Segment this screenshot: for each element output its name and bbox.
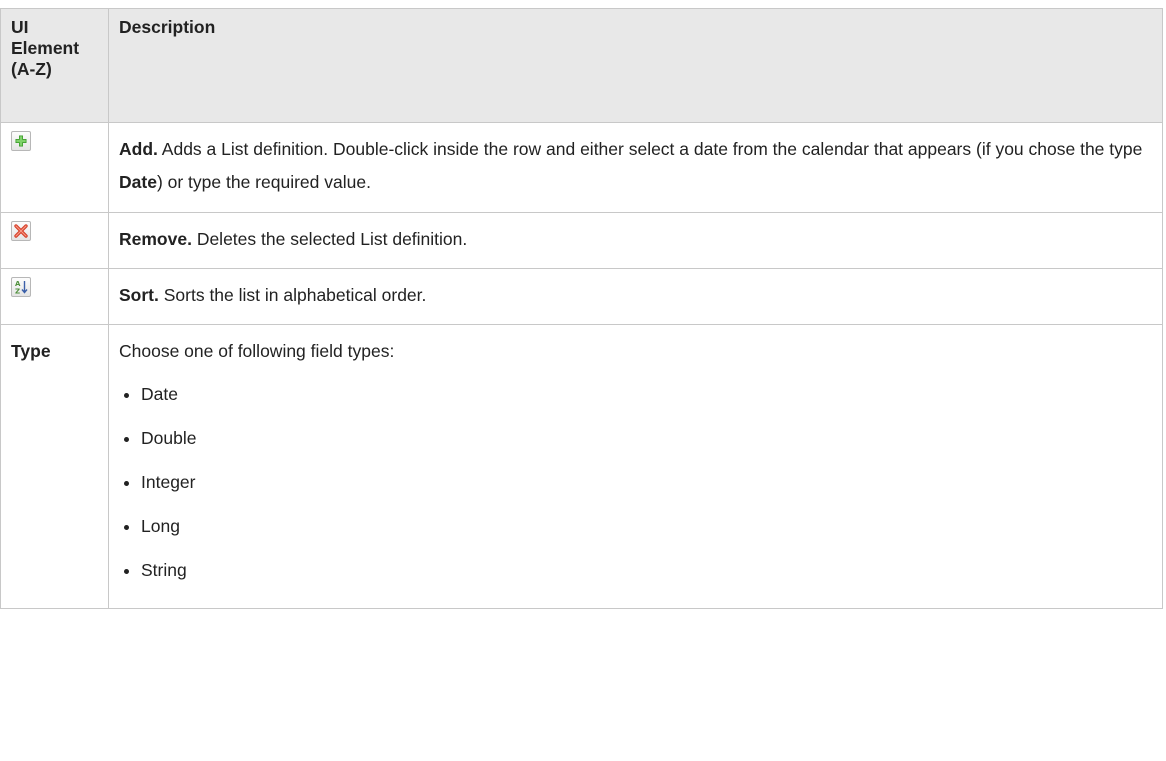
row-description-cell: Add. Adds a List definition. Double-clic… [108,122,1163,213]
row-element-cell: A Z [0,268,109,325]
header-ui-element-line3: (A-Z) [11,59,52,79]
table-row: A Z Sort. Sorts the list in alphabetical… [0,268,1163,325]
row-title: Add. [119,139,158,159]
field-type-list: Date Double Integer Long String [119,378,1152,588]
row-title: Sort. [119,285,159,305]
header-ui-element: UI Element (A-Z) [0,8,109,123]
row-text-end: ) or type the required value. [156,172,371,192]
list-item: Integer [119,466,1152,500]
table-row: Remove. Deletes the selected List defini… [0,212,1163,269]
row-description-cell: Remove. Deletes the selected List defini… [108,212,1163,269]
list-item: String [119,554,1152,588]
svg-text:Z: Z [15,288,20,296]
row-element-cell: Type [0,324,109,609]
header-ui-element-line2: Element [11,38,80,58]
row-bold-term: Date [119,172,157,192]
list-item: Double [119,422,1152,456]
header-description: Description [108,8,1163,123]
sort-az-icon: A Z [11,277,31,297]
list-item: Date [119,378,1152,412]
row-text: Deletes the selected List definition. [191,229,468,249]
list-item: Long [119,510,1152,544]
add-icon [11,131,31,151]
table-row: Add. Adds a List definition. Double-clic… [0,122,1163,213]
remove-icon [11,221,31,241]
row-description-cell: Choose one of following field types: Dat… [108,324,1163,609]
table-header-row: UI Element (A-Z) Description [0,8,1163,123]
header-ui-element-line1: UI [11,17,29,37]
ui-elements-table: UI Element (A-Z) Description Add. Adds a… [0,8,1163,609]
table-row: Type Choose one of following field types… [0,324,1163,609]
type-intro-text: Choose one of following field types: [119,341,395,361]
row-element-name: Type [11,341,51,361]
row-text: Sorts the list in alphabetical order. [158,285,427,305]
row-title: Remove. [119,229,192,249]
row-text: Adds a List definition. Double-click ins… [157,139,1143,159]
row-element-cell [0,212,109,269]
row-description-cell: Sort. Sorts the list in alphabetical ord… [108,268,1163,325]
row-element-cell [0,122,109,213]
